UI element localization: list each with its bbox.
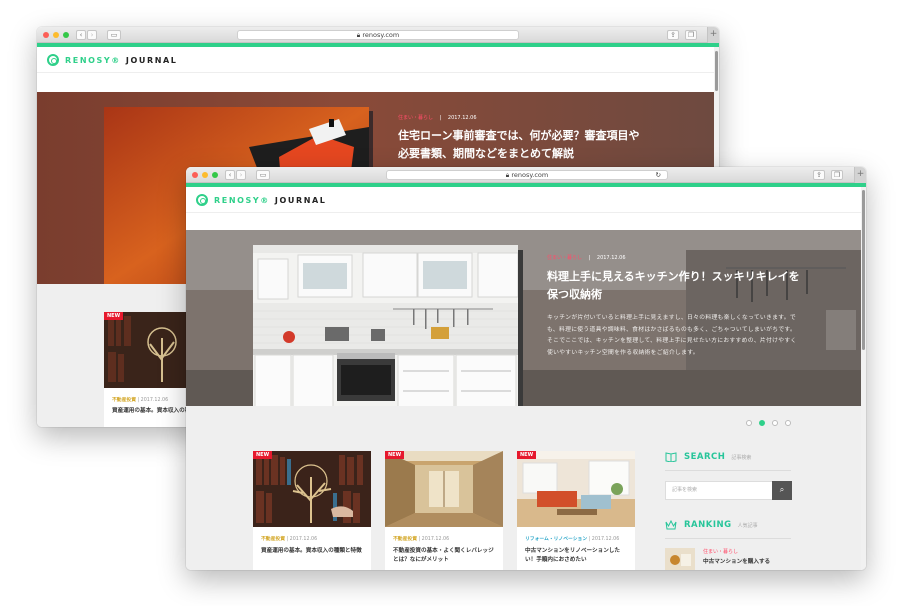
crown-icon xyxy=(665,520,677,530)
new-badge: NEW xyxy=(253,451,273,459)
back-button[interactable]: ‹ xyxy=(76,30,86,40)
ranking-category[interactable]: 住まい・暮らし xyxy=(703,548,738,555)
tabs-icon[interactable]: ❐ xyxy=(685,30,697,40)
pager-dot[interactable] xyxy=(772,420,778,426)
hero-caption: 住まい・暮らし | 2017.12.06 料理上手に見えるキッチン作り！スッキリ… xyxy=(547,254,802,359)
minimize-window-button[interactable] xyxy=(53,32,59,38)
card-body: リフォーム・リノベーション | 2017.12.06 中古マンションをリノベーシ… xyxy=(517,527,635,570)
ranking-heading: RANKING 人気記事 xyxy=(665,520,758,530)
hero-slider[interactable]: 住まい・暮らし | 2017.12.06 料理上手に見えるキッチン作り！スッキリ… xyxy=(186,230,861,406)
lock-icon: 🔒︎ xyxy=(356,31,361,39)
card-title[interactable]: 不動産投資の基本・よく聞くレバレッジとは？なにがメリット xyxy=(393,547,495,565)
new-badge: NEW xyxy=(104,312,124,320)
ranking-thumbnail[interactable] xyxy=(665,548,695,570)
card-date: 2017.12.06 xyxy=(289,537,318,542)
logo-mark-icon xyxy=(47,54,59,66)
hero-date: 2017.12.06 xyxy=(447,115,477,121)
site-header: RENOSY® JOURNAL xyxy=(186,187,866,213)
logo-mark-icon xyxy=(196,194,208,206)
pager-dot[interactable] xyxy=(785,420,791,426)
lock-icon: 🔒︎ xyxy=(505,171,510,179)
close-window-button[interactable] xyxy=(192,172,198,178)
browser-toolbar: ‹ › ▭ 🔒︎ renosy.com ⇪ ❐ + xyxy=(37,27,719,43)
card-category[interactable]: リフォーム・リノベーション xyxy=(525,537,587,542)
site-logo[interactable]: RENOSY® JOURNAL xyxy=(196,193,327,207)
book-icon xyxy=(665,452,677,462)
pager-dot[interactable] xyxy=(746,420,752,426)
minimize-window-button[interactable] xyxy=(202,172,208,178)
search-icon[interactable]: ⌕ xyxy=(772,481,792,500)
card-image[interactable]: NEW xyxy=(385,451,503,527)
search-heading: SEARCH 記事検索 xyxy=(665,452,751,462)
back-button[interactable]: ‹ xyxy=(225,170,235,180)
forward-button[interactable]: › xyxy=(236,170,246,180)
share-icon[interactable]: ⇪ xyxy=(813,170,825,180)
card-image[interactable]: NEW xyxy=(517,451,635,527)
card-category[interactable]: 不動産投資 xyxy=(393,537,417,542)
new-badge: NEW xyxy=(385,451,405,459)
site-logo[interactable]: RENOSY® JOURNAL xyxy=(47,53,178,67)
zoom-window-button[interactable] xyxy=(63,32,69,38)
article-card[interactable]: NEW リフォーム・リノベーション | 2017.12.06 中古マンションをリ… xyxy=(517,451,635,570)
hero-title[interactable]: 住宅ローン事前審査では、何が必要？審査項目や必要書類、期間などをまとめて解説 xyxy=(398,127,648,163)
hero-category[interactable]: 住まい・暮らし xyxy=(398,115,433,121)
hero-category[interactable]: 住まい・暮らし xyxy=(547,255,582,261)
ranking-title[interactable]: 中古マンションを購入する xyxy=(703,557,770,565)
new-badge: NEW xyxy=(517,451,537,459)
address-bar[interactable]: 🔒︎ renosy.com ↻ xyxy=(386,170,668,180)
url-text: renosy.com xyxy=(511,171,549,179)
article-card[interactable]: NEW 不動産投資 | 2017.12.06 不動産投資の基本・よく聞くレバレッ… xyxy=(385,451,503,570)
slider-pagination[interactable] xyxy=(746,420,798,426)
card-body: 不動産投資 | 2017.12.06 資産運用の基本。資本収入の種類と特徴 xyxy=(253,527,371,570)
share-icon[interactable]: ⇪ xyxy=(667,30,679,40)
card-category[interactable]: 不動産投資 xyxy=(112,398,136,403)
card-image[interactable]: NEW xyxy=(253,451,371,527)
search-input[interactable]: 記事を検索 xyxy=(665,481,773,500)
card-title[interactable]: 資産運用の基本。資本収入の種類と特徴 xyxy=(261,547,363,556)
scrollbar-thumb[interactable] xyxy=(715,51,718,91)
main-content: NEW 不動産投資 | 2017.12.06 資産運用の基本。資本収入の種類と特… xyxy=(186,406,861,570)
scrollbar-thumb[interactable] xyxy=(862,190,865,350)
hero-date: 2017.12.06 xyxy=(596,255,626,261)
article-card[interactable]: NEW 不動産投資 | 2017.12.06 資産運用の基本。資本収入の種類と特… xyxy=(253,451,371,570)
front-browser-window: ‹ › ▭ 🔒︎ renosy.com ↻ ⇪ ❐ + RENOSY® JOUR… xyxy=(186,167,866,570)
card-body: 不動産投資 | 2017.12.06 不動産投資の基本・よく聞くレバレッジとは？… xyxy=(385,527,503,570)
divider xyxy=(665,538,791,539)
hero-caption: 住まい・暮らし | 2017.12.06 住宅ローン事前審査では、何が必要？審査… xyxy=(398,114,648,163)
card-category[interactable]: 不動産投資 xyxy=(261,537,285,542)
address-bar[interactable]: 🔒︎ renosy.com xyxy=(237,30,519,40)
scrollbar[interactable] xyxy=(861,187,866,570)
site-header: RENOSY® JOURNAL xyxy=(37,47,719,73)
sidebar-toggle-icon[interactable]: ▭ xyxy=(107,30,121,40)
close-window-button[interactable] xyxy=(43,32,49,38)
forward-button[interactable]: › xyxy=(87,30,97,40)
hero-image[interactable] xyxy=(253,245,518,406)
divider xyxy=(665,470,791,471)
card-date: 2017.12.06 xyxy=(140,398,169,403)
zoom-window-button[interactable] xyxy=(212,172,218,178)
hero-excerpt: キッチンが片付いていると料理上手に見えますし、日々の料理も楽しくなっていきます。… xyxy=(547,315,797,356)
card-date: 2017.12.06 xyxy=(421,537,450,542)
browser-toolbar: ‹ › ▭ 🔒︎ renosy.com ↻ ⇪ ❐ + xyxy=(186,167,866,183)
sidebar-toggle-icon[interactable]: ▭ xyxy=(256,170,270,180)
hero-title[interactable]: 料理上手に見えるキッチン作り！スッキリキレイを保つ収納術 xyxy=(547,268,802,304)
card-title[interactable]: 中古マンションをリノベーションしたい！手順内におさめたい xyxy=(525,547,627,565)
new-tab-button[interactable]: + xyxy=(854,167,866,183)
reload-icon[interactable]: ↻ xyxy=(656,171,661,179)
pager-dot-active[interactable] xyxy=(759,420,765,426)
new-tab-button[interactable]: + xyxy=(707,27,719,43)
card-date: 2017.12.06 xyxy=(591,537,620,542)
ranking-item[interactable]: 住まい・暮らし 中古マンションを購入する xyxy=(665,548,791,570)
tabs-icon[interactable]: ❐ xyxy=(831,170,843,180)
url-text: renosy.com xyxy=(362,31,400,39)
